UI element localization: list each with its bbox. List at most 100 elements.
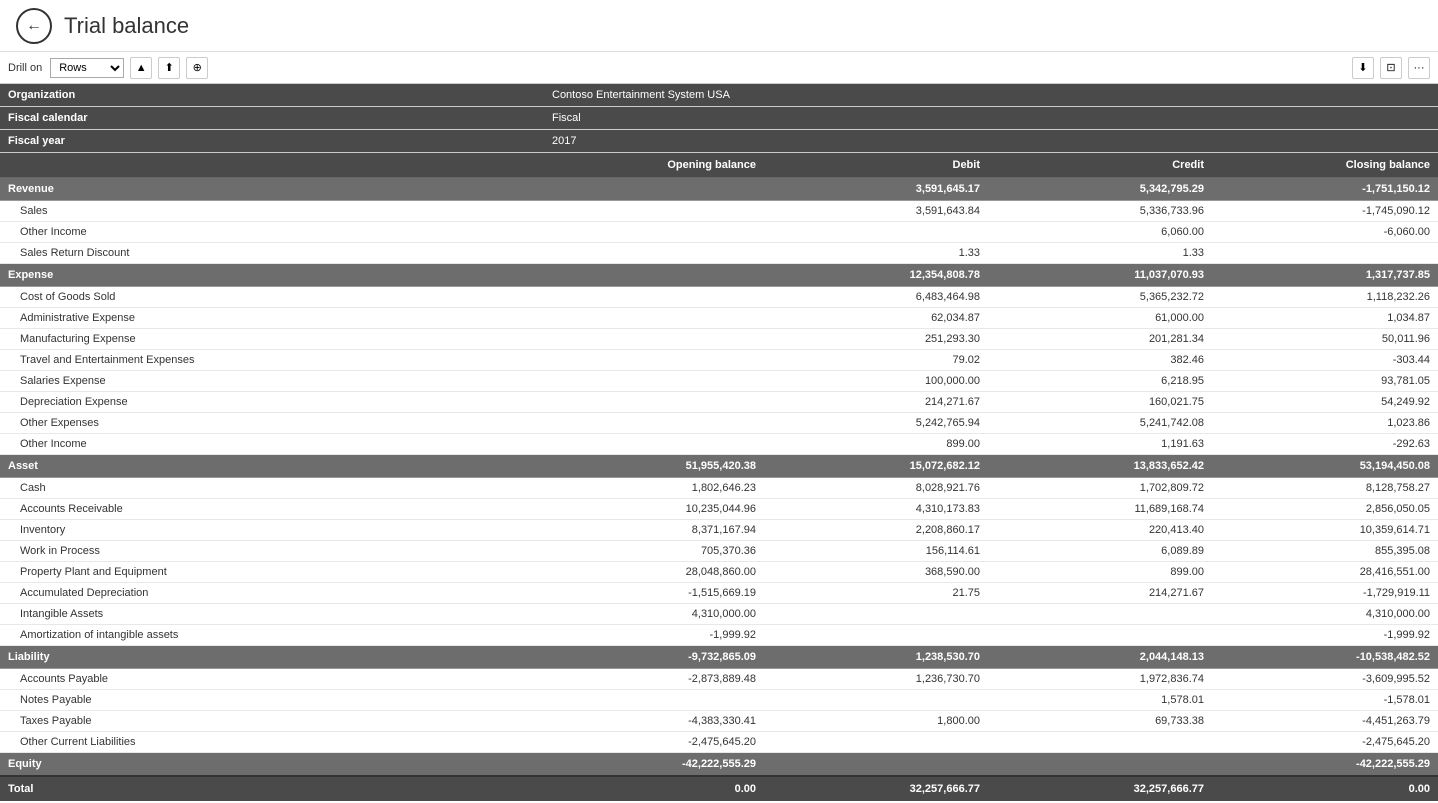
cell-credit: 6,218.95 [988, 371, 1212, 392]
cell-closing: -2,475,645.20 [1212, 732, 1438, 753]
cell-credit: 69,733.38 [988, 711, 1212, 732]
cell-closing: 93,781.05 [1212, 371, 1438, 392]
download-button[interactable]: ⬇ [1352, 57, 1374, 79]
column-header-row: Opening balance Debit Credit Closing bal… [0, 153, 1438, 178]
drill-expand-button[interactable]: ⬆ [158, 57, 180, 79]
cell-credit: 214,271.67 [988, 583, 1212, 604]
cell-name: Salaries Expense [0, 371, 540, 392]
table-row: Travel and Entertainment Expenses79.0238… [0, 350, 1438, 371]
category-name: Liability [0, 646, 540, 669]
cell-debit: 251,293.30 [764, 329, 988, 350]
cell-debit: 1.33 [764, 243, 988, 264]
focus-button[interactable]: ⊡ [1380, 57, 1402, 79]
cell-debit [764, 625, 988, 646]
cell-closing: -303.44 [1212, 350, 1438, 371]
cell-name: Administrative Expense [0, 308, 540, 329]
table-row: Sales 3,591,643.845,336,733.96-1,745,090.… [0, 201, 1438, 222]
cell-name: Cash [0, 478, 540, 499]
cell-name: Depreciation Expense [0, 392, 540, 413]
cell-credit: 61,000.00 [988, 308, 1212, 329]
cell-closing: 1,034.87 [1212, 308, 1438, 329]
col-debit-header: Debit [764, 153, 988, 178]
cell-name: Sales Return Discount [0, 243, 540, 264]
cell-opening: 8,371,167.94 [540, 520, 764, 541]
cell-opening [540, 434, 764, 455]
category-name: Revenue [0, 178, 540, 201]
cell-opening: 4,310,000.00 [540, 604, 764, 625]
drill-up-button[interactable]: ▲ [130, 57, 152, 79]
cell-credit: 899.00 [988, 562, 1212, 583]
cell-opening: 28,048,860.00 [540, 562, 764, 583]
back-arrow-icon: ← [26, 17, 42, 35]
cell-name: Sales [0, 201, 540, 222]
cell-name: Manufacturing Expense [0, 329, 540, 350]
cell-debit: 21.75 [764, 583, 988, 604]
drill-on-select[interactable]: Rows Columns [50, 58, 124, 78]
cell-opening [540, 201, 764, 222]
category-value: 1,317,737.85 [1212, 264, 1438, 287]
cell-closing: 28,416,551.00 [1212, 562, 1438, 583]
more-options-button[interactable]: ··· [1408, 57, 1430, 79]
cell-debit: 3,591,643.84 [764, 201, 988, 222]
org-value: Contoso Entertainment System USA [540, 84, 1438, 107]
table-container: Organization Contoso Entertainment Syste… [0, 84, 1438, 803]
cell-name: Other Income [0, 222, 540, 243]
cell-debit: 6,483,464.98 [764, 287, 988, 308]
cell-credit: 382.46 [988, 350, 1212, 371]
fiscal-year-row: Fiscal year 2017 [0, 130, 1438, 153]
table-row: Other Income899.001,191.63-292.63 [0, 434, 1438, 455]
cell-name: Other Expenses [0, 413, 540, 434]
table-row: Inventory8,371,167.942,208,860.17220,413… [0, 520, 1438, 541]
cell-opening [540, 371, 764, 392]
table-row: Intangible Assets4,310,000.004,310,000.0… [0, 604, 1438, 625]
cell-closing: -1,745,090.12 [1212, 201, 1438, 222]
cell-name: Amortization of intangible assets [0, 625, 540, 646]
cell-opening [540, 392, 764, 413]
category-value: 2,044,148.13 [988, 646, 1212, 669]
category-value [540, 178, 764, 201]
category-value: 12,354,808.78 [764, 264, 988, 287]
cell-credit: 5,336,733.96 [988, 201, 1212, 222]
category-name: Expense [0, 264, 540, 287]
category-row: Liability-9,732,865.091,238,530.702,044,… [0, 646, 1438, 669]
cell-debit: 5,242,765.94 [764, 413, 988, 434]
table-row: Amortization of intangible assets-1,999.… [0, 625, 1438, 646]
cell-closing: 54,249.92 [1212, 392, 1438, 413]
cell-name: Notes Payable [0, 690, 540, 711]
cell-name: Inventory [0, 520, 540, 541]
cell-opening: 705,370.36 [540, 541, 764, 562]
category-value: -9,732,865.09 [540, 646, 764, 669]
cell-credit: 1,972,836.74 [988, 669, 1212, 690]
cell-opening [540, 350, 764, 371]
cell-credit [988, 732, 1212, 753]
drill-all-button[interactable]: ⊕ [186, 57, 208, 79]
cell-debit: 8,028,921.76 [764, 478, 988, 499]
category-value: 3,591,645.17 [764, 178, 988, 201]
category-name: Equity [0, 753, 540, 777]
table-row: Cash1,802,646.238,028,921.761,702,809.72… [0, 478, 1438, 499]
cell-credit: 11,689,168.74 [988, 499, 1212, 520]
cell-debit: 1,800.00 [764, 711, 988, 732]
cell-opening [540, 413, 764, 434]
cell-closing: 8,128,758.27 [1212, 478, 1438, 499]
drill-on-label: Drill on [8, 62, 42, 74]
table-row: Work in Process705,370.36156,114.616,089… [0, 541, 1438, 562]
cell-credit [988, 625, 1212, 646]
cell-name: Intangible Assets [0, 604, 540, 625]
category-row: Expense12,354,808.7811,037,070.931,317,7… [0, 264, 1438, 287]
category-row: Revenue3,591,645.175,342,795.29-1,751,15… [0, 178, 1438, 201]
table-row: Accounts Receivable10,235,044.964,310,17… [0, 499, 1438, 520]
back-button[interactable]: ← [16, 8, 52, 44]
cell-closing: -1,729,919.11 [1212, 583, 1438, 604]
cell-debit: 79.02 [764, 350, 988, 371]
total-label: Total [0, 776, 540, 801]
cell-credit: 1.33 [988, 243, 1212, 264]
fiscal-calendar-row: Fiscal calendar Fiscal [0, 107, 1438, 130]
category-value [540, 264, 764, 287]
cell-name: Cost of Goods Sold [0, 287, 540, 308]
fiscal-year-value: 2017 [540, 130, 1438, 153]
cell-credit: 160,021.75 [988, 392, 1212, 413]
table-row: Depreciation Expense214,271.67160,021.75… [0, 392, 1438, 413]
org-label: Organization [0, 84, 540, 107]
cell-debit: 1,236,730.70 [764, 669, 988, 690]
